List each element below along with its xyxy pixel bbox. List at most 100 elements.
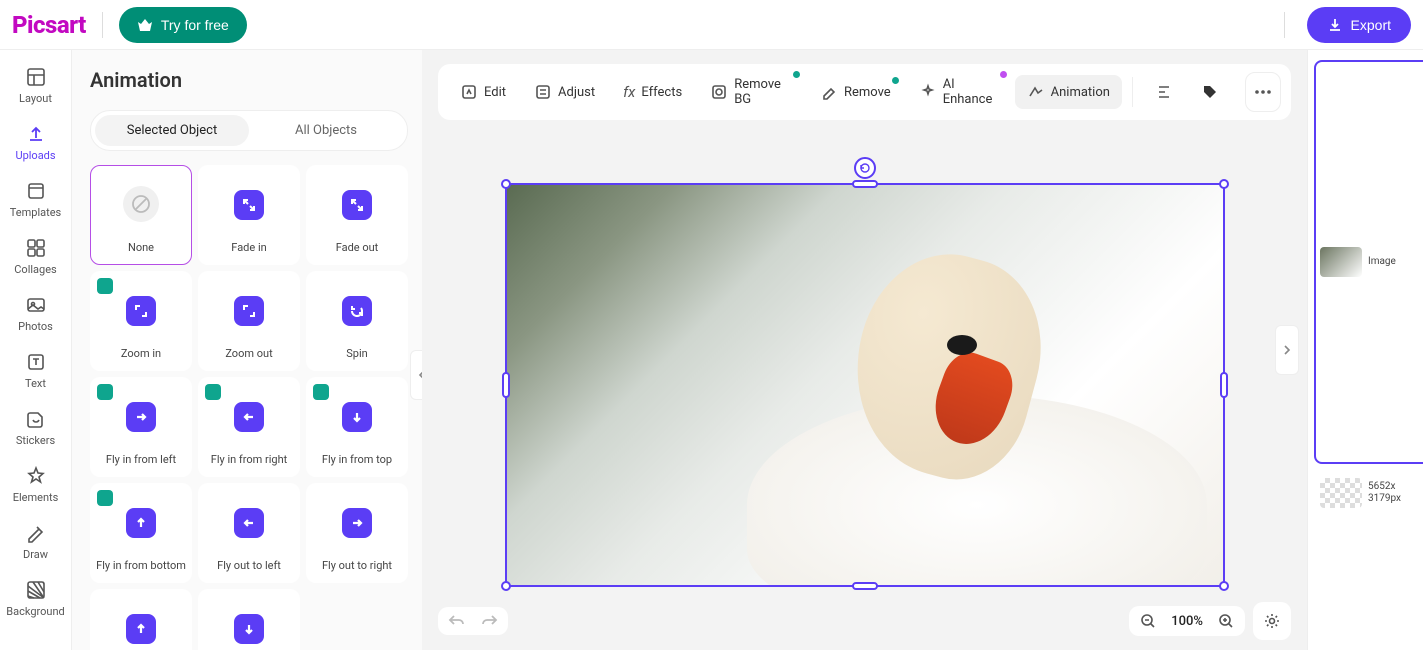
gear-icon bbox=[1263, 612, 1281, 630]
resize-handle-e[interactable] bbox=[1220, 372, 1228, 398]
header: Picsart Try for free Export bbox=[0, 0, 1423, 50]
anim-none[interactable]: None bbox=[90, 165, 192, 265]
text-icon bbox=[25, 351, 47, 373]
layer-image[interactable]: Image bbox=[1314, 60, 1423, 464]
adjust-button[interactable]: Adjust bbox=[522, 75, 607, 109]
anim-label: Fly in from left bbox=[106, 453, 176, 476]
align-button[interactable] bbox=[1143, 75, 1185, 109]
canvas-area: Edit Adjust fxEffects Remove BG Remove A… bbox=[422, 50, 1307, 650]
anim-label: Zoom in bbox=[121, 347, 161, 370]
layout-icon bbox=[25, 66, 47, 88]
settings-button[interactable] bbox=[1253, 602, 1291, 640]
try-for-free-button[interactable]: Try for free bbox=[119, 7, 247, 43]
selection-frame[interactable] bbox=[505, 183, 1225, 587]
anim-fly-in-from-right[interactable]: Fly in from right bbox=[198, 377, 300, 477]
anim-zoom-out[interactable]: Zoom out bbox=[198, 271, 300, 371]
anim-label: Fly in from bottom bbox=[96, 559, 186, 582]
canvas[interactable] bbox=[422, 120, 1307, 650]
rail-draw[interactable]: Draw bbox=[0, 514, 72, 571]
anim-up[interactable] bbox=[90, 589, 192, 650]
animation-grid: None Fade inFade out Zoom in Zoom outSpin Fl… bbox=[90, 165, 408, 650]
anim-fly-out-to-left[interactable]: Fly out to left bbox=[198, 483, 300, 583]
rail-elements[interactable]: Elements bbox=[0, 457, 72, 514]
resize-handle-w[interactable] bbox=[502, 372, 510, 398]
layers-panel: Image 5652x3179px bbox=[1307, 50, 1423, 650]
rail-stickers[interactable]: Stickers bbox=[0, 400, 72, 457]
rotate-handle[interactable] bbox=[854, 157, 876, 179]
anim-fade-out[interactable]: Fade out bbox=[306, 165, 408, 265]
rail-label: Templates bbox=[10, 206, 61, 219]
edit-button[interactable]: Edit bbox=[448, 75, 518, 109]
export-button[interactable]: Export bbox=[1307, 7, 1411, 43]
panel-title: Animation bbox=[90, 68, 408, 92]
seg-all-objects[interactable]: All Objects bbox=[249, 115, 403, 146]
rail-label: Collages bbox=[14, 263, 56, 276]
undo-button[interactable] bbox=[448, 613, 466, 629]
seg-selected-object[interactable]: Selected Object bbox=[95, 115, 249, 146]
layer-canvas[interactable]: 5652x3179px bbox=[1314, 472, 1417, 514]
ai-enhance-button[interactable]: AI Enhance bbox=[907, 69, 1011, 115]
more-button[interactable] bbox=[1245, 72, 1281, 112]
resize-handle-sw[interactable] bbox=[501, 581, 511, 591]
zoomout-icon bbox=[234, 296, 264, 326]
zoomin-icon bbox=[126, 296, 156, 326]
animation-panel: Animation Selected Object All Objects No… bbox=[72, 50, 422, 650]
down-icon bbox=[342, 402, 372, 432]
color-button[interactable] bbox=[1189, 75, 1231, 109]
rail-templates[interactable]: Templates bbox=[0, 172, 72, 229]
zoom-out-button[interactable] bbox=[1139, 612, 1157, 630]
premium-badge-icon bbox=[97, 384, 113, 400]
remove-button[interactable]: Remove bbox=[808, 75, 903, 109]
animation-icon bbox=[1027, 83, 1045, 101]
chevron-left-icon bbox=[417, 369, 422, 381]
rail-layout[interactable]: Layout bbox=[0, 58, 72, 115]
effects-button[interactable]: fxEffects bbox=[611, 75, 694, 109]
resize-handle-n[interactable] bbox=[852, 180, 878, 188]
redo-button[interactable] bbox=[480, 613, 498, 629]
anim-label: None bbox=[128, 241, 154, 264]
animation-button[interactable]: Animation bbox=[1015, 75, 1122, 109]
expand-layers-button[interactable] bbox=[1275, 325, 1299, 375]
rail-photos[interactable]: Photos bbox=[0, 286, 72, 343]
collapse-panel-button[interactable] bbox=[410, 350, 422, 400]
up-icon bbox=[126, 614, 156, 644]
anim-spin[interactable]: Spin bbox=[306, 271, 408, 371]
anim-fly-in-from-left[interactable]: Fly in from left bbox=[90, 377, 192, 477]
remove-bg-button[interactable]: Remove BG bbox=[698, 69, 804, 115]
zoom-in-button[interactable] bbox=[1217, 612, 1235, 630]
layer-thumbnail bbox=[1320, 478, 1362, 508]
try-label: Try for free bbox=[161, 17, 229, 33]
adjust-icon bbox=[534, 83, 552, 101]
down-icon bbox=[234, 614, 264, 644]
rail-background[interactable]: Background bbox=[0, 571, 72, 628]
logo[interactable]: Picsart bbox=[12, 11, 86, 39]
anim-label: Fly out to right bbox=[322, 559, 392, 582]
templates-icon bbox=[25, 180, 47, 202]
draw-icon bbox=[25, 522, 47, 544]
anim-zoom-in[interactable]: Zoom in bbox=[90, 271, 192, 371]
photos-icon bbox=[25, 294, 47, 316]
left-icon bbox=[234, 402, 264, 432]
anim-fly-in-from-bottom[interactable]: Fly in from bottom bbox=[90, 483, 192, 583]
resize-handle-nw[interactable] bbox=[501, 179, 511, 189]
anim-fly-in-from-top[interactable]: Fly in from top bbox=[306, 377, 408, 477]
canvas-image bbox=[507, 185, 1223, 585]
resize-handle-se[interactable] bbox=[1219, 581, 1229, 591]
anim-fly-out-to-right[interactable]: Fly out to right bbox=[306, 483, 408, 583]
anim-label: Fly in from top bbox=[322, 453, 392, 476]
zoom-group: 100% bbox=[1129, 606, 1245, 636]
rail-upload[interactable]: Uploads bbox=[0, 115, 72, 172]
rail-text[interactable]: Text bbox=[0, 343, 72, 400]
premium-badge-icon bbox=[97, 490, 113, 506]
anim-fade-in[interactable]: Fade in bbox=[198, 165, 300, 265]
download-icon bbox=[1327, 17, 1343, 33]
resize-handle-ne[interactable] bbox=[1219, 179, 1229, 189]
anim-down[interactable] bbox=[198, 589, 300, 650]
expand-icon bbox=[234, 190, 264, 220]
tag-icon bbox=[1201, 83, 1219, 101]
anim-label: Fly in from right bbox=[211, 453, 288, 476]
resize-handle-s[interactable] bbox=[852, 582, 878, 590]
rail-collages[interactable]: Collages bbox=[0, 229, 72, 286]
logo-separator bbox=[102, 12, 103, 38]
more-icon bbox=[1254, 89, 1272, 95]
